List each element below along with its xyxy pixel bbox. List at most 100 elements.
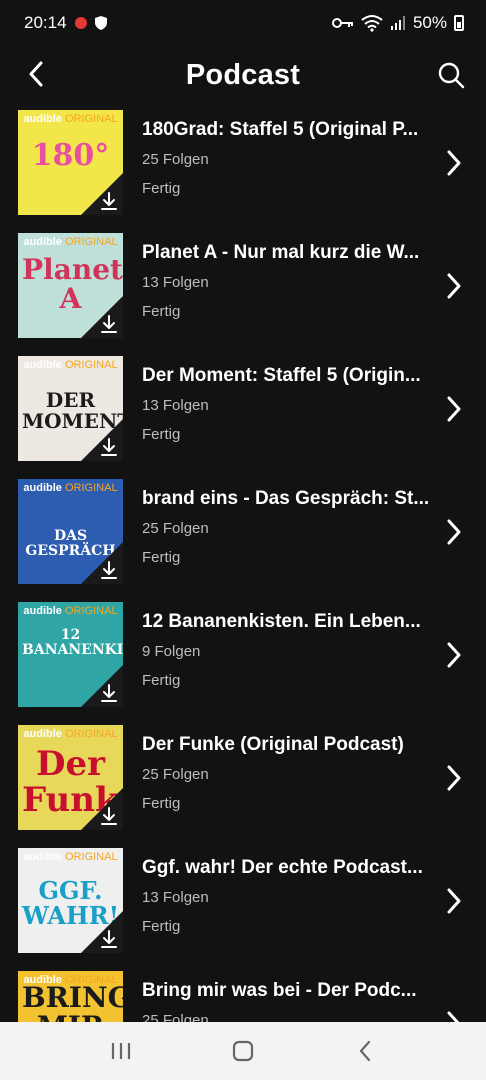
download-icon [101,561,117,579]
download-badge [81,296,123,338]
item-title: Der Moment: Staffel 5 (Origin... [142,365,421,386]
item-info: Planet A - Nur mal kurz die W... 13 Folg… [142,241,432,321]
status-left: 20:14 [24,13,107,33]
key-icon [331,18,353,28]
cover-title: 180° [31,138,110,173]
recent-apps-button[interactable] [101,1031,141,1071]
cover-brand-suffix: ORIGINAL [65,359,118,371]
item-episode-count: 9 Folgen [142,643,201,660]
cover-brand-suffix: ORIGINAL [65,728,118,740]
cover-brand-suffix: ORIGINAL [65,851,118,863]
cover-brand: audible ORIGINAL [18,728,123,740]
cover-brand: audible ORIGINAL [18,359,123,371]
item-title: 180Grad: Staffel 5 (Original P... [142,119,419,140]
notification-icon [74,17,87,29]
download-badge [81,665,123,707]
podcast-cover: audible ORIGINAL 180° [18,110,123,215]
search-button[interactable] [432,56,470,94]
podcast-cover: audible ORIGINAL BRING MIR [18,971,123,1022]
search-icon [438,62,465,89]
cover-brand-suffix: ORIGINAL [65,113,118,125]
item-info: Der Funke (Original Podcast) 25 Folgen F… [142,733,432,813]
item-title: Bring mir was bei - Der Podc... [142,980,417,1001]
app-header: Podcast [0,46,486,104]
item-title: brand eins - Das Gespräch: St... [142,488,430,509]
item-status: Fertig [142,672,181,689]
item-episode-count: 13 Folgen [142,889,209,906]
cover-brand-name: audible [23,482,62,494]
chevron-right-icon[interactable] [446,642,462,668]
chevron-right-icon[interactable] [446,273,462,299]
battery-percent: 50% [412,13,447,32]
battery-icon [454,15,464,31]
recent-apps-icon [111,1043,131,1059]
download-badge [81,173,123,215]
chevron-right-icon[interactable] [446,519,462,545]
item-info: Ggf. wahr! Der echte Podcast... 13 Folge… [142,856,432,936]
download-icon [101,684,117,702]
cover-title: 12 BANANENKISTEN [22,627,123,658]
item-status: Fertig [142,180,181,197]
podcast-list: audible ORIGINAL 180° 180Grad: Staffel 5… [0,110,486,1022]
cover-brand: audible ORIGINAL [18,113,123,125]
download-icon [101,315,117,333]
wifi-icon [361,15,383,32]
cover-brand: audible ORIGINAL [18,236,123,248]
cover-brand-suffix: ORIGINAL [65,236,118,248]
item-status: Fertig [142,303,181,320]
item-episode-count: 25 Folgen [142,766,209,783]
list-item[interactable]: audible ORIGINAL 12 BANANENKISTEN 12 Ban… [0,602,486,707]
cover-brand-name: audible [23,728,62,740]
cover-brand-name: audible [23,113,62,125]
home-button[interactable] [223,1031,263,1071]
cover-brand-name: audible [23,605,62,617]
podcast-cover: audible ORIGINAL DAS GESPRÄCH [18,479,123,584]
download-badge [81,542,123,584]
podcast-cover: audible ORIGINAL Der Funke [18,725,123,830]
chevron-right-icon[interactable] [446,765,462,791]
item-episode-count: 25 Folgen [142,520,209,537]
shield-icon [94,16,107,30]
list-item[interactable]: audible ORIGINAL GGF. WAHR! Ggf. wahr! D… [0,848,486,953]
item-episode-count: 25 Folgen [142,1012,209,1022]
item-status: Fertig [142,795,181,812]
chevron-right-icon[interactable] [446,888,462,914]
chevron-right-icon[interactable] [446,1011,462,1022]
item-episode-count: 25 Folgen [142,151,209,168]
item-status: Fertig [142,918,181,935]
item-title: Ggf. wahr! Der echte Podcast... [142,857,423,878]
list-item[interactable]: audible ORIGINAL Planet A Planet A - Nur… [0,233,486,338]
cover-title: BRING MIR [22,981,123,1022]
back-arrow-icon [359,1040,371,1062]
podcast-cover: audible ORIGINAL Planet A [18,233,123,338]
chevron-left-icon [29,61,43,87]
item-info: Bring mir was bei - Der Podc... 25 Folge… [142,979,432,1022]
list-item[interactable]: audible ORIGINAL Der Funke Der Funke (Or… [0,725,486,830]
item-episode-count: 13 Folgen [142,397,209,414]
chevron-right-icon[interactable] [446,150,462,176]
download-badge [81,419,123,461]
cover-brand: audible ORIGINAL [18,482,123,494]
chevron-right-icon[interactable] [446,396,462,422]
home-icon [232,1040,254,1062]
download-badge [81,788,123,830]
item-status: Fertig [142,549,181,566]
cover-brand: audible ORIGINAL [18,851,123,863]
list-item[interactable]: audible ORIGINAL 180° 180Grad: Staffel 5… [0,110,486,215]
list-item[interactable]: audible ORIGINAL DER MOMENT Der Moment: … [0,356,486,461]
cover-brand-name: audible [23,359,62,371]
list-item[interactable]: audible ORIGINAL DAS GESPRÄCH brand eins… [0,479,486,584]
podcast-cover: audible ORIGINAL DER MOMENT [18,356,123,461]
download-icon [101,930,117,948]
podcast-cover: audible ORIGINAL 12 BANANENKISTEN [18,602,123,707]
system-back-button[interactable] [345,1031,385,1071]
item-episode-count: 13 Folgen [142,274,209,291]
page-title: Podcast [185,58,301,91]
cover-brand-name: audible [23,851,62,863]
back-button[interactable] [18,56,54,92]
download-icon [101,438,117,456]
list-item[interactable]: audible ORIGINAL BRING MIR Bring mir was… [0,971,486,1022]
cover-brand-suffix: ORIGINAL [65,482,118,494]
system-nav-bar [0,1022,486,1080]
item-info: 180Grad: Staffel 5 (Original P... 25 Fol… [142,118,432,198]
